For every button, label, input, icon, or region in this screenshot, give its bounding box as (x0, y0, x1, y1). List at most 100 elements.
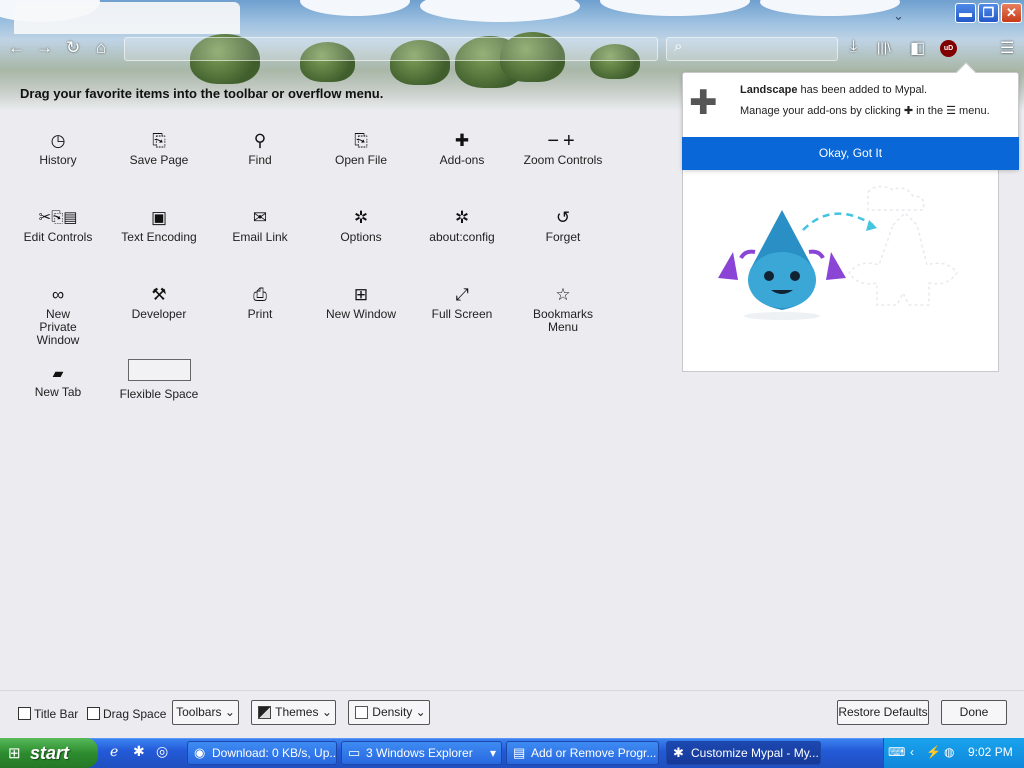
clock-icon: ◷ (50, 131, 66, 150)
palette-item-new-tab[interactable]: ▰ New Tab (8, 362, 108, 399)
palette-item-add-ons[interactable]: ✚ Add-ons (412, 130, 512, 167)
forget-clock-icon: ↺ (555, 208, 571, 227)
back-arrow-icon[interactable]: ← (8, 38, 25, 58)
url-bar[interactable] (124, 37, 658, 61)
clock: 9:02 PM (968, 745, 1013, 759)
taskbar-item-customize-mypal[interactable]: ✱ Customize Mypal - My... (666, 741, 821, 765)
internet-explorer-icon[interactable]: ℯ (110, 743, 118, 760)
density-dropdown[interactable]: Density ⌄ (348, 700, 430, 725)
taskbar-item-label: Customize Mypal - My... (691, 746, 819, 760)
cloud-decoration (600, 0, 750, 16)
doorhanger-message-line2: Manage your add-ons by clicking ✚ in the… (740, 104, 990, 117)
palette-item-print[interactable]: ⎙ Print (210, 284, 310, 321)
library-icon[interactable]: |||\ (877, 40, 891, 55)
palette-item-about-config[interactable]: ✲ about:config (412, 207, 512, 244)
menu-icon[interactable]: ☰ (1000, 38, 1014, 58)
group-chevron-icon: ▾ (489, 746, 496, 760)
new-tab-icon: ▰ (52, 365, 64, 381)
drag-hint-text: Drag your favorite items into the toolba… (20, 86, 384, 101)
themes-label: Themes (275, 705, 319, 719)
palette-item-open-file[interactable]: ⎘ Open File (311, 130, 411, 167)
sidebar-icon[interactable]: ◧ (910, 38, 925, 58)
palette-item-label: New Window (325, 307, 397, 321)
download-app-icon: ◉ (194, 745, 206, 760)
puzzle-icon: ✚ (903, 105, 914, 117)
gear-icon: ✲ (353, 208, 369, 227)
theme-swatch-icon (258, 706, 271, 719)
reload-icon[interactable]: ↻ (66, 38, 80, 58)
power-icon[interactable]: ⚡ (926, 745, 941, 759)
palette-item-label: Print (247, 307, 273, 321)
new-window-icon: ⊞ (353, 285, 369, 304)
okay-got-it-button[interactable]: Okay, Got It (682, 137, 1019, 170)
quicklaunch-icon[interactable]: ◎ (156, 743, 168, 760)
palette-item-label: Developer (131, 307, 187, 321)
mask-icon: ∞ (51, 285, 65, 304)
palette-item-text-encoding[interactable]: ▣ Text Encoding (109, 207, 209, 244)
palette-item-label: Edit Controls (23, 230, 93, 244)
expand-icon: ⤢ (455, 285, 469, 304)
title-bar-checkbox[interactable] (18, 707, 31, 720)
restore-defaults-button[interactable]: Restore Defaults (837, 700, 929, 725)
palette-item-full-screen[interactable]: ⤢ Full Screen (412, 284, 512, 321)
home-icon[interactable]: ⌂ (96, 38, 106, 58)
close-button[interactable]: ✕ (1001, 3, 1022, 23)
palette-item-label: Full Screen (431, 307, 493, 321)
taskbar-item-label: Download: 0 KB/s, Up... (212, 746, 337, 760)
title-bar-label: Title Bar (34, 707, 79, 721)
density-icon (355, 706, 368, 719)
drag-space-checkbox[interactable] (87, 707, 100, 720)
palette-item-label: Flexible Space (119, 387, 199, 401)
palette-item-find[interactable]: ⚲ Find (210, 130, 310, 167)
ublock-icon[interactable]: uD (940, 40, 957, 57)
folder-icon: ▭ (348, 745, 361, 760)
volume-icon[interactable]: ◍ (944, 745, 954, 759)
palette-item-label: New Tab (34, 385, 82, 399)
palette-item-bookmarks-menu[interactable]: ☆ Bookmarks Menu (513, 284, 613, 334)
theme-name: Landscape (740, 84, 798, 96)
taskbar-item-download[interactable]: ◉ Download: 0 KB/s, Up... (187, 741, 337, 765)
taskbar-item-windows-explorer[interactable]: ▭ 3 Windows Explorer ▾ (341, 741, 502, 765)
palette-item-options[interactable]: ✲ Options (311, 207, 411, 244)
palette-item-email-link[interactable]: ✉ Email Link (210, 207, 310, 244)
mypal-icon[interactable]: ✱ (133, 743, 145, 760)
taskbar-item-add-remove-programs[interactable]: ▤ Add or Remove Progr... (506, 741, 659, 765)
toolbars-label: Toolbars (176, 705, 222, 719)
palette-item-label: Save Page (129, 153, 189, 167)
gear-icon: ✲ (454, 208, 470, 227)
message-text: has been added to Mypal. (797, 84, 928, 96)
active-tab[interactable] (14, 2, 240, 34)
palette-item-flexible-space[interactable]: Flexible Space (109, 359, 209, 401)
drag-space-label: Drag Space (103, 707, 167, 721)
palette-item-new-window[interactable]: ⊞ New Window (311, 284, 411, 321)
forward-arrow-icon[interactable]: → (36, 38, 53, 58)
keyboard-icon[interactable]: ⌨ (888, 745, 905, 759)
palette-item-history[interactable]: ◷ History (8, 130, 108, 167)
save-page-icon: ⎘ (152, 131, 166, 150)
palette-item-save-page[interactable]: ⎘ Save Page (109, 130, 209, 167)
palette-item-new-private-window[interactable]: ∞ New Private Window (8, 284, 108, 347)
search-bar[interactable] (666, 37, 838, 61)
palette-item-developer[interactable]: ⚒ Developer (109, 284, 209, 321)
control-panel-icon: ▤ (513, 745, 526, 760)
palette-item-label: New Private Window (36, 307, 80, 347)
taskbar-item-label: 3 Windows Explorer (366, 746, 473, 760)
restore-button[interactable]: ❐ (978, 3, 999, 23)
menu-icon: ☰ (946, 105, 956, 117)
downloads-icon[interactable]: ⤓ (850, 38, 857, 56)
done-button[interactable]: Done (941, 700, 1007, 725)
palette-item-label: Options (340, 230, 382, 244)
palette-item-forget[interactable]: ↺ Forget (513, 207, 613, 244)
palette-item-label: Find (248, 153, 272, 167)
zoom-icon: −+ (547, 130, 579, 152)
palette-item-edit-controls[interactable]: ✂⎘▤ Edit Controls (8, 207, 108, 244)
toolbars-dropdown[interactable]: Toolbars ⌄ (172, 700, 239, 725)
palette-item-zoom-controls[interactable]: −+ Zoom Controls (513, 130, 613, 167)
envelope-icon: ✉ (252, 208, 268, 227)
minimize-button[interactable]: ▬ (955, 3, 976, 23)
chevron-down-icon: ⌄ (321, 705, 332, 719)
tray-expand-icon[interactable]: ‹ (910, 745, 914, 759)
themes-dropdown[interactable]: Themes ⌄ (251, 700, 336, 725)
tab-list-chevron-icon[interactable]: ⌄ (893, 8, 904, 24)
density-label: Density (372, 705, 413, 719)
